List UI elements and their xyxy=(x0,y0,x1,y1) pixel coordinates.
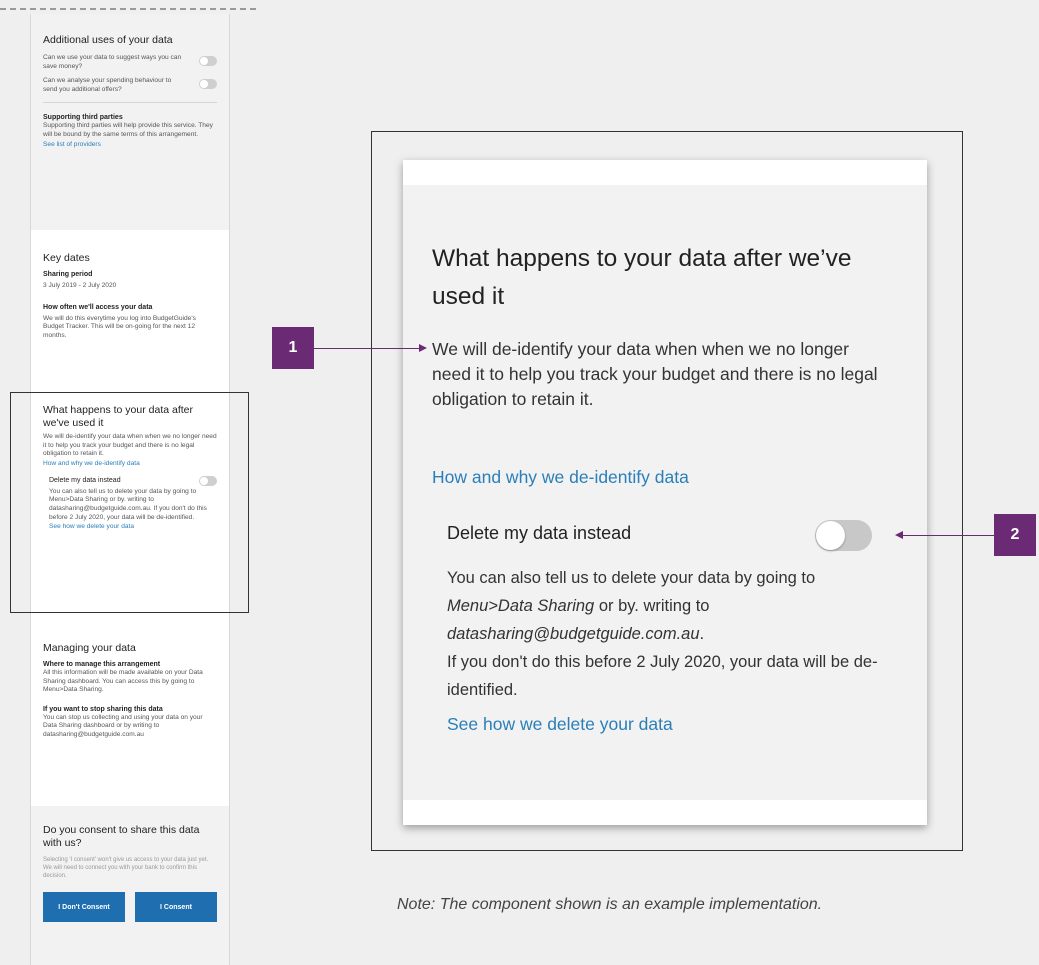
stop-label: If you want to stop sharing this data xyxy=(43,705,163,713)
offers-toggle[interactable] xyxy=(199,79,217,90)
providers-link[interactable]: See list of providers xyxy=(43,140,217,149)
menu-path: Menu>Data Sharing xyxy=(447,597,595,615)
where-label: Where to manage this arrangement xyxy=(43,661,161,668)
delete-data-toggle[interactable] xyxy=(815,520,872,551)
consent-heading: Do you consent to share this data with u… xyxy=(43,824,200,849)
access-text: We will do this everytime you log into B… xyxy=(43,314,196,339)
arrow-1-head xyxy=(419,344,427,352)
delete-text: . xyxy=(699,625,705,643)
arrow-1-line xyxy=(314,348,419,349)
third-parties-text: Supporting third parties will help provi… xyxy=(43,122,213,138)
save-money-toggle[interactable] xyxy=(199,56,217,66)
component-title: What happens to your data after we’ve us… xyxy=(432,245,852,310)
period-label: Sharing period xyxy=(43,271,93,278)
consent-button[interactable]: I Consent xyxy=(135,892,217,922)
divider xyxy=(43,102,217,104)
card-top-bar xyxy=(403,160,927,185)
marker-2: 2 xyxy=(994,514,1036,556)
managing-section: Managing your data Where to manage this … xyxy=(31,642,229,804)
section-heading: Additional uses of your data xyxy=(43,34,173,46)
option-label: Can we analyse your spending behaviour t… xyxy=(43,77,172,93)
consent-buttons: I Don't Consent I Consent xyxy=(43,892,217,922)
component-body: We will de-identify your data when when … xyxy=(432,339,878,409)
consent-text: Selecting 'I consent' won't give us acce… xyxy=(43,857,209,879)
email-address: datasharing@budgetguide.com.au xyxy=(447,625,700,643)
delete-heading: Delete my data instead xyxy=(447,523,632,543)
option-row: Can we use your data to suggest ways you… xyxy=(43,54,217,71)
deidentify-link[interactable]: How and why we de-identify data xyxy=(432,467,689,488)
stop-text: You can stop us collecting and using you… xyxy=(43,713,203,738)
marker-1: 1 xyxy=(272,327,314,369)
dont-consent-button[interactable]: I Don't Consent xyxy=(43,892,125,922)
period-value: 3 July 2019 - 2 July 2020 xyxy=(43,282,117,289)
card-bottom-bar xyxy=(403,800,927,825)
option-row: Can we analyse your spending behaviour t… xyxy=(43,77,217,94)
where-text: All this information will be made availa… xyxy=(43,669,203,694)
delete-warning: If you don't do this before 2 July 2020,… xyxy=(447,653,878,699)
delete-text: or by. writing to xyxy=(594,597,710,615)
delete-body: You can also tell us to delete your data… xyxy=(447,564,887,704)
third-parties-heading: Supporting third parties xyxy=(43,114,123,122)
component-card: What happens to your data after we’ve us… xyxy=(403,160,927,825)
access-label: How often we'll access your data xyxy=(43,303,153,311)
highlight-box xyxy=(10,392,249,613)
consent-section: Do you consent to share this data with u… xyxy=(31,806,229,965)
additional-uses-section: Additional uses of your data Can we use … xyxy=(31,14,229,230)
option-label: Can we use your data to suggest ways you… xyxy=(43,54,182,70)
delete-text: You can also tell us to delete your data… xyxy=(447,569,816,587)
arrow-2-line xyxy=(903,535,994,536)
section-heading: Managing your data xyxy=(43,642,136,654)
arrow-2-head xyxy=(895,531,903,539)
footnote: Note: The component shown is an example … xyxy=(397,896,823,913)
section-heading: Key dates xyxy=(43,252,90,264)
dashed-cut-line xyxy=(0,8,256,10)
delete-link[interactable]: See how we delete your data xyxy=(447,714,673,735)
key-dates-section: Key dates Sharing period 3 July 2019 - 2… xyxy=(31,252,229,402)
